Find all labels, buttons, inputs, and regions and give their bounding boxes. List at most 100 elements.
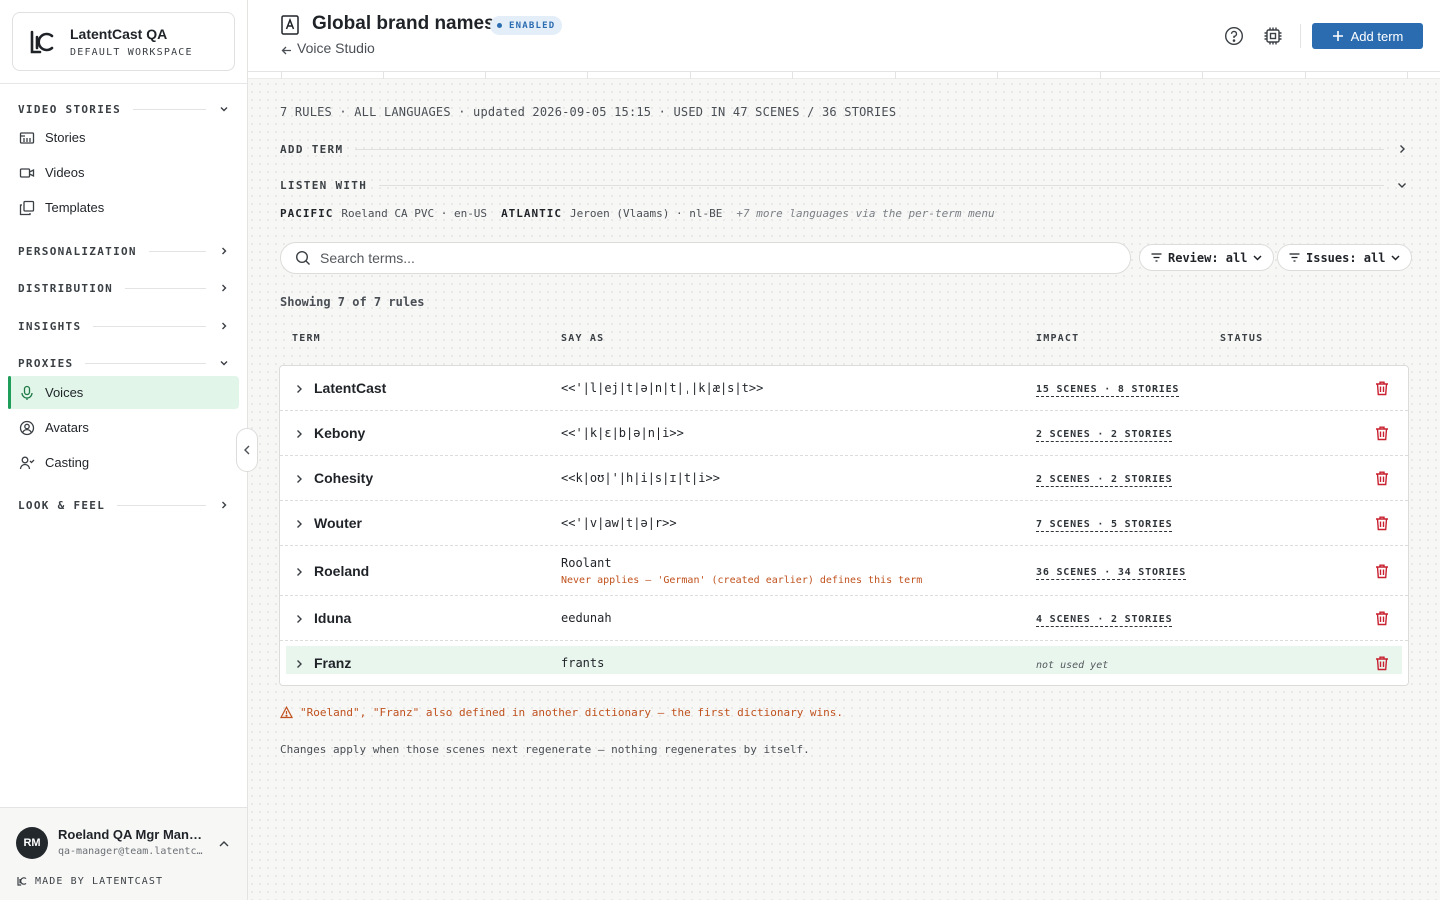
listen-with-group-label: LISTEN WITH: [280, 178, 368, 192]
impact-link[interactable]: 36 SCENES · 34 STORIES: [1036, 567, 1187, 580]
chip-settings-icon[interactable]: [1263, 26, 1283, 46]
say-as-value[interactable]: Roolant: [561, 556, 612, 570]
column-header-term[interactable]: TERM: [292, 333, 321, 344]
say-as-value[interactable]: <<'|l|ej|t|ə|n|t|ˌ|k|æ|s|t>>: [561, 381, 763, 395]
table-row[interactable]: Wouter <<'|v|aw|t|ə|r>> 7 SCENES · 5 STO…: [280, 501, 1408, 546]
chevron-right-icon[interactable]: [293, 612, 305, 624]
back-link[interactable]: Voice Studio: [281, 40, 375, 56]
chevron-up-icon[interactable]: [217, 837, 231, 851]
impact-link[interactable]: 7 SCENES · 5 STORIES: [1036, 519, 1173, 532]
sidebar-item-label: Avatars: [45, 420, 89, 435]
say-as-value[interactable]: <<'|v|aw|t|ə|r>>: [561, 516, 677, 530]
table-row[interactable]: Kebony <<'|k|ɛ|b|ə|n|i>> 2 SCENES · 2 ST…: [280, 411, 1408, 456]
term-name: Franz: [314, 655, 352, 671]
section-label: PERSONALIZATION: [18, 244, 137, 258]
chevron-right-icon: [1396, 143, 1408, 155]
impact-link[interactable]: 2 SCENES · 2 STORIES: [1036, 429, 1173, 442]
help-icon[interactable]: [1224, 26, 1244, 46]
user-avatar: RM: [16, 827, 48, 859]
trash-icon[interactable]: [1374, 470, 1390, 486]
section-video-stories[interactable]: VIDEO STORIES: [18, 100, 230, 118]
add-term-button[interactable]: Add term: [1312, 23, 1423, 49]
term-name: Kebony: [314, 425, 366, 441]
review-filter[interactable]: Review: all: [1139, 244, 1275, 271]
say-as-value[interactable]: <<k|oʊ|'|h|i|s|ɪ|t|i>>: [561, 471, 720, 485]
issues-filter[interactable]: Issues: all: [1277, 244, 1413, 271]
user-panel[interactable]: RM Roeland QA Mgr Manager qa-manager@tea…: [0, 807, 247, 900]
trash-icon[interactable]: [1374, 563, 1390, 579]
chevron-down-icon: [1252, 252, 1263, 263]
casting-icon: [19, 455, 35, 471]
results-count: Showing 7 of 7 rules: [280, 295, 425, 309]
section-proxies[interactable]: PROXIES: [18, 354, 230, 372]
section-personalization[interactable]: PERSONALIZATION: [18, 242, 230, 260]
latentcast-logo-icon: [27, 27, 57, 57]
add-term-toggle[interactable]: ADD TERM: [280, 141, 1408, 157]
say-as-value[interactable]: eedunah: [561, 611, 612, 625]
made-by-footer: MADE BY LATENTCAST: [16, 875, 163, 887]
filter-icon: [1288, 251, 1301, 264]
column-header-status[interactable]: STATUS: [1220, 333, 1263, 344]
sidebar-item-label: Casting: [45, 455, 90, 470]
page-title: Global brand names: [312, 13, 495, 34]
section-look-and-feel[interactable]: LOOK & FEEL: [18, 496, 230, 514]
section-insights[interactable]: INSIGHTS: [18, 317, 230, 335]
table-row[interactable]: Roeland Roolant Never applies — 'German'…: [280, 546, 1408, 596]
sidebar-item-voices[interactable]: Voices: [8, 376, 239, 409]
trash-icon[interactable]: [1374, 610, 1390, 626]
table-row[interactable]: Franz frants not used yet: [280, 641, 1408, 685]
dictionary-conflict-notice: "Roeland", "Franz" also defined in anoth…: [279, 705, 843, 719]
chevron-down-icon: [1390, 252, 1401, 263]
say-as-value[interactable]: <<'|k|ɛ|b|ə|n|i>>: [561, 426, 684, 440]
plus-icon: [1332, 30, 1344, 42]
trash-icon[interactable]: [1374, 425, 1390, 441]
impact-link[interactable]: 4 SCENES · 2 STORIES: [1036, 614, 1173, 627]
section-label: INSIGHTS: [18, 319, 82, 333]
column-header-say-as[interactable]: SAY AS: [561, 333, 604, 344]
stories-icon: [19, 130, 35, 146]
voice-atlantic-value[interactable]: Jeroen (Vlaams) · nl-BE: [570, 207, 722, 220]
sidebar-item-templates[interactable]: Templates: [8, 191, 239, 224]
search-icon: [295, 250, 311, 266]
impact-link[interactable]: 15 SCENES · 8 STORIES: [1036, 384, 1180, 397]
sidebar-item-casting[interactable]: Casting: [8, 446, 239, 479]
microphone-icon: [19, 385, 35, 401]
trash-icon[interactable]: [1374, 655, 1390, 671]
table-row[interactable]: LatentCast <<'|l|ej|t|ə|n|t|ˌ|k|æ|s|t>> …: [280, 366, 1408, 411]
search-box[interactable]: [280, 242, 1131, 274]
voice-pacific-value[interactable]: Roeland CA PVC · en-US: [341, 207, 487, 220]
term-name: Iduna: [314, 610, 352, 626]
term-name: Cohesity: [314, 470, 374, 486]
chevron-right-icon[interactable]: [293, 565, 305, 577]
user-email: qa-manager@team.latentcast.com: [58, 846, 208, 857]
chevron-right-icon[interactable]: [293, 517, 305, 529]
voice-region-atlantic: ATLANTIC: [501, 207, 563, 220]
listen-with-voices: PACIFIC Roeland CA PVC · en-US ATLANTIC …: [280, 207, 995, 220]
column-header-impact[interactable]: IMPACT: [1036, 333, 1079, 344]
section-distribution[interactable]: DISTRIBUTION: [18, 279, 230, 297]
impact-link[interactable]: 2 SCENES · 2 STORIES: [1036, 474, 1173, 487]
chevron-right-icon[interactable]: [293, 472, 305, 484]
listen-with-toggle[interactable]: LISTEN WITH: [280, 177, 1408, 193]
page-header: Global brand names ENABLED Voice Studio …: [248, 0, 1440, 72]
say-as-value[interactable]: frants: [561, 656, 604, 670]
sidebar-item-videos[interactable]: Videos: [8, 156, 239, 189]
regenerate-note: Changes apply when those scenes next reg…: [280, 743, 810, 756]
avatar-icon: [19, 420, 35, 436]
trash-icon[interactable]: [1374, 515, 1390, 531]
rules-table: LatentCast <<'|l|ej|t|ə|n|t|ˌ|k|æ|s|t>> …: [279, 365, 1409, 686]
add-term-group-label: ADD TERM: [280, 142, 344, 156]
chevron-right-icon[interactable]: [293, 657, 305, 669]
chevron-down-icon: [218, 357, 230, 369]
workspace-subtitle: DEFAULT WORKSPACE: [70, 46, 193, 58]
chevron-right-icon[interactable]: [293, 382, 305, 394]
trash-icon[interactable]: [1374, 380, 1390, 396]
chevron-right-icon[interactable]: [293, 427, 305, 439]
search-input[interactable]: [320, 250, 1100, 266]
sidebar-item-stories[interactable]: Stories: [8, 121, 239, 154]
collapse-sidebar-button[interactable]: [236, 428, 258, 472]
sidebar-item-avatars[interactable]: Avatars: [8, 411, 239, 444]
workspace-switcher[interactable]: LatentCast QA DEFAULT WORKSPACE: [12, 12, 235, 71]
table-row[interactable]: Iduna eedunah 4 SCENES · 2 STORIES: [280, 596, 1408, 641]
table-row[interactable]: Cohesity <<k|oʊ|'|h|i|s|ɪ|t|i>> 2 SCENES…: [280, 456, 1408, 501]
